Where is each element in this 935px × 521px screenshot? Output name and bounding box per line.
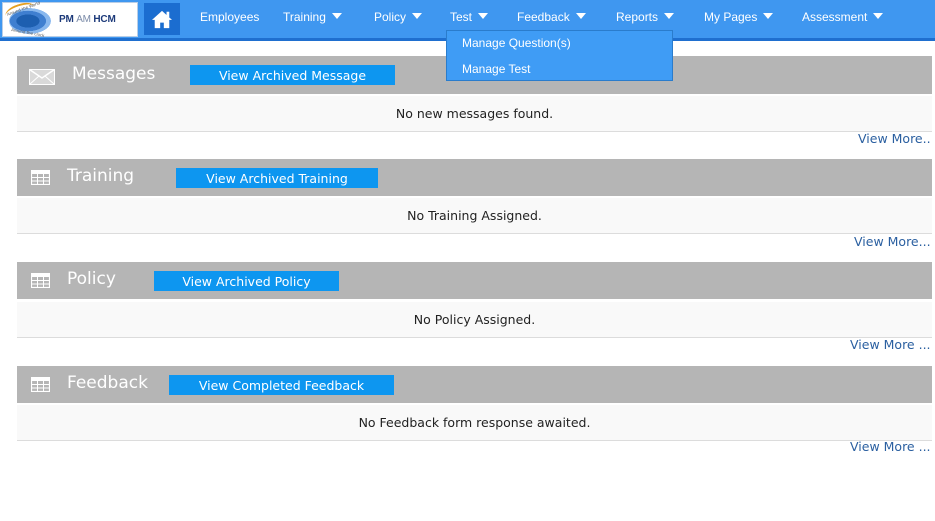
caret-down-icon bbox=[873, 13, 884, 19]
caret-down-icon bbox=[664, 13, 675, 19]
training-panel-header: Training View Archived Training bbox=[17, 159, 932, 196]
training-view-more-link[interactable]: View More... bbox=[854, 234, 931, 249]
policy-view-more-link[interactable]: View More ... bbox=[850, 337, 931, 352]
nav-training[interactable]: Training bbox=[283, 0, 342, 34]
messages-view-more-link[interactable]: View More.. bbox=[858, 131, 931, 146]
caret-down-icon bbox=[478, 13, 489, 19]
feedback-view-more-link[interactable]: View More ... bbox=[850, 439, 931, 454]
test-dropdown-menu: Manage Question(s) Manage Test bbox=[446, 30, 673, 81]
view-archived-training-button[interactable]: View Archived Training bbox=[176, 168, 378, 188]
nav-assessment-label: Assessment bbox=[802, 10, 868, 24]
policy-panel-header: Policy View Archived Policy bbox=[17, 262, 932, 299]
messages-title: Messages bbox=[72, 64, 156, 84]
messages-panel-body: No new messages found. bbox=[17, 96, 932, 132]
envelope-icon bbox=[29, 69, 55, 85]
caret-down-icon bbox=[763, 13, 774, 19]
view-archived-policy-button[interactable]: View Archived Policy bbox=[154, 271, 339, 291]
nav-training-label: Training bbox=[283, 10, 326, 24]
feedback-panel-header: Feedback View Completed Feedback bbox=[17, 366, 932, 403]
policy-empty-text: No Policy Assigned. bbox=[413, 312, 536, 327]
nav-employees-label: Employees bbox=[200, 10, 260, 24]
view-archived-message-button[interactable]: View Archived Message bbox=[190, 65, 395, 85]
table-icon bbox=[31, 170, 50, 185]
feedback-panel-body: No Feedback form response awaited. bbox=[17, 405, 932, 441]
table-icon bbox=[31, 377, 50, 392]
logo-text-pm: PM bbox=[59, 14, 74, 25]
nav-feedback-label: Feedback bbox=[517, 10, 570, 24]
view-completed-feedback-button[interactable]: View Completed Feedback bbox=[169, 375, 394, 395]
home-icon bbox=[152, 10, 172, 29]
nav-my-pages-label: My Pages bbox=[704, 10, 758, 24]
caret-down-icon bbox=[412, 13, 423, 19]
logo-text-hcm: HCM bbox=[93, 14, 116, 25]
nav-reports-label: Reports bbox=[616, 10, 659, 24]
logo-text-am: AM bbox=[76, 14, 91, 25]
menu-item-manage-questions[interactable]: Manage Question(s) bbox=[462, 36, 571, 50]
training-empty-text: No Training Assigned. bbox=[407, 208, 542, 223]
nav-policy[interactable]: Policy bbox=[374, 0, 423, 34]
policy-title: Policy bbox=[67, 269, 116, 289]
nav-feedback[interactable]: Feedback bbox=[517, 0, 586, 34]
home-button[interactable] bbox=[144, 3, 180, 35]
nav-test[interactable]: Test bbox=[450, 0, 489, 34]
nav-employees[interactable]: Employees bbox=[200, 0, 259, 34]
logo[interactable]: Around the World Around the clock PM AM … bbox=[2, 0, 138, 38]
nav-assessment[interactable]: Assessment bbox=[802, 0, 884, 34]
logo-text: PM AM HCM bbox=[59, 14, 116, 25]
feedback-title: Feedback bbox=[67, 373, 148, 393]
nav-my-pages[interactable]: My Pages bbox=[704, 0, 774, 34]
policy-panel-body: No Policy Assigned. bbox=[17, 302, 932, 338]
caret-down-icon bbox=[575, 13, 586, 19]
training-panel-body: No Training Assigned. bbox=[17, 198, 932, 234]
nav-test-label: Test bbox=[450, 10, 473, 24]
training-title: Training bbox=[67, 166, 135, 186]
caret-down-icon bbox=[331, 13, 342, 19]
nav-policy-label: Policy bbox=[374, 10, 407, 24]
feedback-empty-text: No Feedback form response awaited. bbox=[358, 415, 591, 430]
menu-item-manage-test[interactable]: Manage Test bbox=[462, 62, 531, 76]
messages-empty-text: No new messages found. bbox=[395, 106, 554, 121]
nav-reports[interactable]: Reports bbox=[616, 0, 675, 34]
table-icon bbox=[31, 273, 50, 288]
